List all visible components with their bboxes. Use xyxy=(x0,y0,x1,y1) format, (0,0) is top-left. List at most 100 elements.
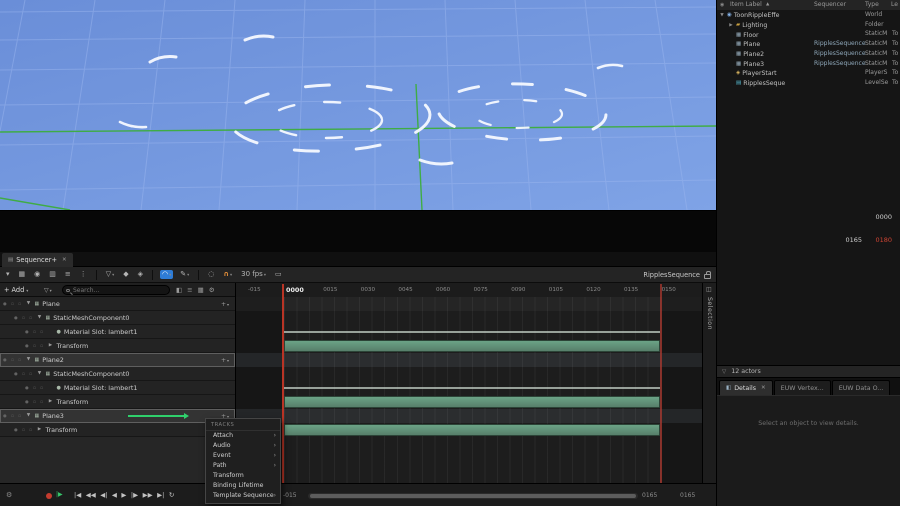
fast-rewind-icon[interactable]: ◀◀ xyxy=(86,491,96,499)
outliner-header-sequencer[interactable]: Sequencer xyxy=(814,0,846,10)
key-all-icon[interactable]: ◆ xyxy=(121,270,130,279)
track-filter-button[interactable]: ▽ ▾ xyxy=(44,283,52,297)
tab-euw-data[interactable]: EUW Data O... xyxy=(831,380,891,395)
expander-icon[interactable]: ▼ xyxy=(26,413,32,418)
to-front-icon[interactable]: |◀ xyxy=(74,491,81,499)
selection-side-tab[interactable]: ◫ Selection xyxy=(702,283,716,483)
timeline-area[interactable] xyxy=(235,297,702,483)
expander-icon[interactable]: ▼ xyxy=(26,357,32,362)
key-channels-icon[interactable]: ◈ xyxy=(136,270,145,279)
track-toggle-icons[interactable]: ● ▫ ▫ xyxy=(3,413,23,418)
menu-item-transform[interactable]: Transform xyxy=(206,471,280,481)
menu-item-attach[interactable]: Attach › xyxy=(206,431,280,441)
outliner-header-item-label[interactable]: Item Label xyxy=(730,0,762,10)
outliner-row[interactable]: ▦ Floor StaticM To xyxy=(717,29,900,39)
track-toggle-icons[interactable]: ● ▫ ▫ xyxy=(3,357,23,362)
track-row[interactable]: ● ▫ ▫ ▼ ▦ Plane3 + ▾ xyxy=(0,409,235,423)
filter-icon[interactable]: ▽ xyxy=(722,369,726,375)
track-row[interactable]: ● ▫ ▫ ▶ Transform xyxy=(0,423,235,437)
snap-magnet-icon[interactable]: ∩ ▾ xyxy=(221,270,234,279)
tab-euw-vertex[interactable]: EUW Vertex... xyxy=(773,380,831,395)
track-toggle-icons[interactable]: ● ▫ ▫ xyxy=(25,399,45,404)
menu-item-path[interactable]: Path › xyxy=(206,461,280,471)
auto-key-icon[interactable]: ◌ xyxy=(206,270,216,279)
list-options-icon[interactable]: ≡ xyxy=(187,286,192,294)
expander-icon[interactable]: ▶ xyxy=(48,343,54,348)
track-row[interactable]: ● ▫ ▫ ▶ Transform xyxy=(0,395,235,409)
tab-sequencer[interactable]: ▤ Sequencer+ ✕ xyxy=(2,253,73,267)
to-end-icon[interactable]: ▶| xyxy=(157,491,164,499)
expand-panel-icon[interactable]: ◫ xyxy=(706,286,712,293)
outliner-row[interactable]: ◈ PlayerStart PlayerS To xyxy=(717,68,900,78)
playhead[interactable] xyxy=(282,284,284,483)
menu-item-binding-lifetime[interactable]: Binding Lifetime xyxy=(206,481,280,491)
fps-dropdown[interactable]: 30 fps ▾ xyxy=(239,270,268,279)
track-toggle-icons[interactable]: ● ▫ ▫ xyxy=(3,301,23,306)
record-icon[interactable] xyxy=(46,493,52,499)
loop-icon[interactable]: ↻ xyxy=(169,491,174,499)
playback-range-icon[interactable]: |▶ xyxy=(56,491,63,498)
outliner-row[interactable]: ▶ ▰ Lighting Folder xyxy=(717,20,900,30)
track-toggle-icons[interactable]: ● ▫ ▫ xyxy=(25,343,45,348)
curve-editor-icon[interactable]: ◠ ▾ xyxy=(160,270,174,279)
timeline-section[interactable] xyxy=(283,330,660,333)
track-row[interactable]: ● ▫ ▫ ● Material Slot: lambert1 xyxy=(0,381,235,395)
render-grid-icon[interactable]: ▦ xyxy=(198,286,204,294)
track-row[interactable]: ● ▫ ▫ ● Material Slot: lambert1 xyxy=(0,325,235,339)
expander-icon[interactable]: ▼ xyxy=(26,301,32,306)
track-toggle-icons[interactable]: ● ▫ ▫ xyxy=(25,329,45,334)
outliner-row[interactable]: ▦ Plane3 RipplesSequence StaticM To xyxy=(717,59,900,69)
outliner-header-level[interactable]: Le xyxy=(891,0,898,10)
fast-forward-icon[interactable]: ▶▶ xyxy=(143,491,153,499)
step-back-icon[interactable]: ◀| xyxy=(100,491,107,499)
scrollbar-thumb[interactable] xyxy=(310,494,636,498)
menu-item-audio[interactable]: Audio › xyxy=(206,441,280,451)
more-icon[interactable]: ⋮ xyxy=(78,270,89,279)
close-icon[interactable]: ✕ xyxy=(62,257,67,263)
menu-item-event[interactable]: Event › xyxy=(206,451,280,461)
track-toggle-icons[interactable]: ● ▫ ▫ xyxy=(14,371,34,376)
add-track-button[interactable]: + Add ▾ xyxy=(4,283,28,297)
step-forward-icon[interactable]: |▶ xyxy=(131,491,138,499)
playback-options-icon[interactable]: ≡ xyxy=(63,270,73,279)
expander-icon[interactable]: ▶ xyxy=(48,399,54,404)
track-row[interactable]: ● ▫ ▫ ▼ ▦ StaticMeshComponent0 xyxy=(0,311,235,325)
add-section-button[interactable]: + ▾ xyxy=(221,297,229,311)
outliner-row[interactable]: ▼ ◉ ToonRippleEffe World xyxy=(717,10,900,20)
timeline-ruler[interactable]: -015 0015 0030 0045 0060 0075 0090 0105 0120 0135… xyxy=(235,283,702,297)
outliner-row[interactable]: ▤ RipplesSeque LevelSe To xyxy=(717,78,900,88)
outliner-row[interactable]: ▦ Plane2 RipplesSequence StaticM To xyxy=(717,49,900,59)
outliner-header-type[interactable]: Type xyxy=(865,0,879,10)
lock-icon[interactable] xyxy=(704,271,711,279)
level-viewport[interactable] xyxy=(0,0,716,210)
horizontal-scrollbar[interactable] xyxy=(308,493,638,499)
timeline-section[interactable] xyxy=(283,396,660,408)
timeline-section[interactable] xyxy=(283,340,660,352)
camera-icon[interactable]: ◉ xyxy=(32,270,42,279)
footer-options-icon[interactable]: ⚙ xyxy=(6,491,12,499)
thumbnail-icon[interactable]: ▭ xyxy=(273,270,284,279)
paint-keys-icon[interactable]: ✎ ▾ xyxy=(178,270,191,279)
track-settings-icon[interactable]: ⚙ xyxy=(209,286,215,294)
tab-details[interactable]: ◧ Details ✕ xyxy=(719,380,773,395)
timeline-section[interactable] xyxy=(283,386,660,389)
sort-asc-icon[interactable]: ▲ xyxy=(766,0,769,10)
expander-icon[interactable]: ▼ xyxy=(37,371,43,376)
track-row[interactable]: ● ▫ ▫ ▶ Transform xyxy=(0,339,235,353)
track-row[interactable]: ● ▫ ▫ ▼ ▦ Plane + ▾ xyxy=(0,297,235,311)
options-caret-icon[interactable]: ▾ xyxy=(4,270,12,279)
playback-range-end[interactable] xyxy=(660,284,662,483)
play-reverse-icon[interactable]: ◀ xyxy=(112,491,117,499)
menu-item-template-sequence[interactable]: Template Sequence › xyxy=(206,491,280,501)
timeline-section[interactable] xyxy=(283,424,660,436)
track-toggle-icons[interactable]: ● ▫ ▫ xyxy=(14,427,34,432)
track-row[interactable]: ● ▫ ▫ ▼ ▦ StaticMeshComponent0 xyxy=(0,367,235,381)
track-row[interactable]: ● ▫ ▫ ▼ ▦ Plane2 + ▾ xyxy=(0,353,235,367)
expander-icon[interactable]: ▶ xyxy=(37,427,43,432)
track-toggle-icons[interactable]: ● ▫ ▫ xyxy=(14,315,34,320)
expand-tracks-icon[interactable]: ◧ xyxy=(176,286,182,294)
filter-tracks-icon[interactable]: ▽ ▾ xyxy=(104,270,117,279)
expander-icon[interactable]: ▼ xyxy=(37,315,43,320)
add-section-button[interactable]: + ▾ xyxy=(221,353,229,367)
close-icon[interactable]: ✕ xyxy=(761,385,766,391)
